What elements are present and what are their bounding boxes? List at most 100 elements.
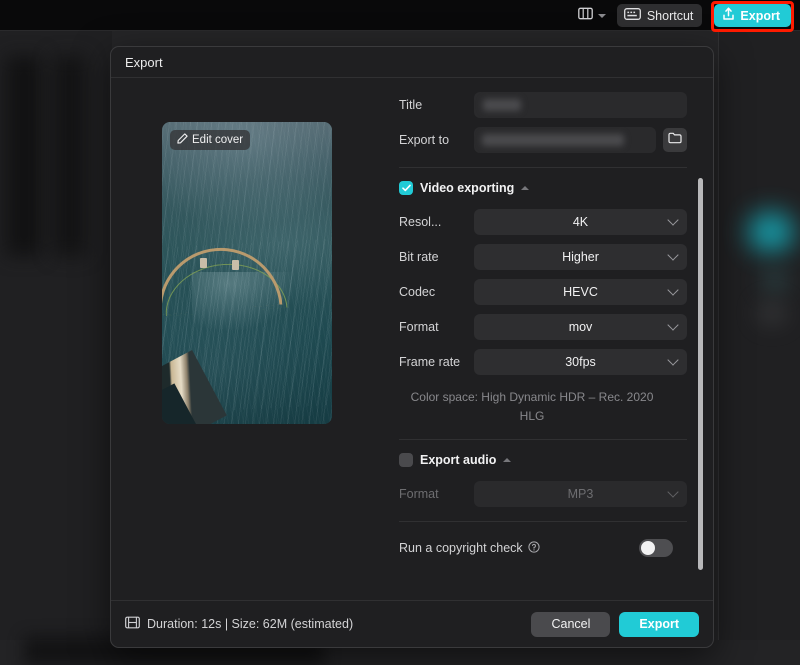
cover-image-rail-post-right <box>232 260 239 270</box>
background-cyan-glow <box>748 212 794 252</box>
cover-column: Edit cover <box>111 92 383 601</box>
framerate-label: Frame rate <box>399 355 461 369</box>
divider-top <box>399 167 687 168</box>
codec-value: HEVC <box>563 285 598 299</box>
edit-cover-button[interactable]: Edit cover <box>170 130 251 150</box>
resolution-label: Resol... <box>399 215 442 229</box>
toolbar-export-label: Export <box>740 8 780 23</box>
question-circle-icon[interactable] <box>528 541 540 556</box>
chevron-down-icon <box>667 354 679 366</box>
chevron-down-icon <box>667 319 679 331</box>
framerate-row: Frame rate 30fps <box>399 349 687 375</box>
bitrate-select[interactable]: Higher <box>474 244 687 270</box>
export-dialog: Export Edit cover Title Export to Video … <box>110 46 714 648</box>
audio-format-label: Format <box>399 487 439 502</box>
framerate-value: 30fps <box>565 355 596 369</box>
layout-selector-button[interactable] <box>576 4 608 28</box>
keyboard-icon <box>623 8 641 23</box>
background-blur-a <box>6 56 42 256</box>
divider-copyright <box>399 521 687 523</box>
export-meta: Duration: 12s | Size: 62M (estimated) <box>125 616 353 632</box>
framerate-select[interactable]: 30fps <box>474 349 687 375</box>
background-glow-secondary <box>760 268 790 294</box>
background-glow-tertiary <box>756 300 788 326</box>
codec-row: Codec HEVC <box>399 279 687 305</box>
background-blur-b <box>52 56 86 256</box>
export-to-label: Export to <box>399 133 450 147</box>
caret-up-icon[interactable] <box>503 458 512 463</box>
video-exporting-checkbox[interactable] <box>399 181 413 195</box>
cover-image-rail-post-left <box>200 258 207 268</box>
edit-cover-label: Edit cover <box>192 134 244 146</box>
export-to-row: Export to <box>399 127 687 153</box>
title-row: Title <box>399 92 687 118</box>
bitrate-value: Higher <box>562 250 599 264</box>
copyright-check-toggle[interactable] <box>639 539 673 558</box>
video-exporting-title: Video exporting <box>420 181 515 195</box>
format-select[interactable]: mov <box>474 314 687 340</box>
checkbox-checked-icon <box>401 184 411 192</box>
dialog-title: Export <box>125 54 163 70</box>
copyright-check-row: Run a copyright check <box>399 535 687 561</box>
folder-icon <box>668 131 682 149</box>
form-scroll-area: Title Export to Video exporting Resol...… <box>399 92 713 601</box>
export-audio-title: Export audio <box>420 453 497 468</box>
export-audio-header: Export audio <box>399 453 687 468</box>
export-to-input[interactable] <box>474 127 656 153</box>
copyright-check-label-group: Run a copyright check <box>399 541 540 556</box>
dialog-header: Export <box>111 47 713 78</box>
title-input[interactable] <box>474 92 687 118</box>
copyright-check-label: Run a copyright check <box>399 541 523 556</box>
chevron-down-icon <box>597 13 606 18</box>
chevron-down-icon <box>667 486 679 498</box>
background-right-panel <box>718 31 800 665</box>
top-toolbar: Shortcut Export <box>576 0 794 32</box>
chevron-down-icon <box>667 214 679 226</box>
export-to-redacted-value <box>482 134 624 146</box>
chevron-down-icon <box>667 284 679 296</box>
bitrate-label: Bit rate <box>399 250 439 264</box>
dialog-footer: Duration: 12s | Size: 62M (estimated) Ca… <box>111 600 713 647</box>
title-label: Title <box>399 98 423 112</box>
shortcut-button[interactable]: Shortcut <box>616 4 703 27</box>
upload-share-icon <box>722 7 735 24</box>
browse-folder-button[interactable] <box>663 128 687 152</box>
codec-label: Codec <box>399 285 436 299</box>
audio-format-row: Format MP3 <box>399 481 687 508</box>
dialog-body: Edit cover Title Export to Video exporti… <box>111 78 713 601</box>
film-strip-icon <box>125 616 140 632</box>
export-to-field-group <box>474 127 687 153</box>
app-root: Shortcut Export Export Edit cover Title … <box>0 0 800 665</box>
export-audio-checkbox[interactable] <box>399 453 413 468</box>
color-space-text: Color space: High Dynamic HDR – Rec. 202… <box>410 390 654 423</box>
audio-format-value: MP3 <box>567 487 594 502</box>
export-meta-text: Duration: 12s | Size: 62M (estimated) <box>147 617 354 631</box>
copyright-check-toggle-knob <box>641 541 655 556</box>
panel-layout-icon <box>577 7 593 25</box>
form-scrollbar-thumb[interactable] <box>698 178 703 570</box>
audio-format-select[interactable]: MP3 <box>474 481 687 508</box>
format-row: Format mov <box>399 314 687 340</box>
shortcut-label: Shortcut <box>646 8 694 23</box>
export-button-highlight-wrapper: Export <box>711 1 794 32</box>
divider-audio <box>399 439 687 441</box>
cancel-button[interactable]: Cancel <box>531 611 611 637</box>
caret-up-icon[interactable] <box>521 186 530 190</box>
format-label: Format <box>399 320 439 334</box>
resolution-row: Resol... 4K <box>399 209 687 235</box>
footer-buttons: Cancel Export <box>531 611 699 637</box>
form-scrollbar[interactable] <box>698 178 703 570</box>
pencil-icon <box>177 133 188 147</box>
title-redacted-value <box>483 99 521 111</box>
resolution-value: 4K <box>572 215 589 229</box>
form-column: Title Export to Video exporting Resol...… <box>383 92 713 601</box>
bitrate-row: Bit rate Higher <box>399 244 687 270</box>
toolbar-export-button[interactable]: Export <box>714 4 791 27</box>
resolution-select[interactable]: 4K <box>474 209 687 235</box>
codec-select[interactable]: HEVC <box>474 279 687 305</box>
chevron-down-icon <box>667 249 679 261</box>
format-value: mov <box>568 320 593 334</box>
cover-thumbnail[interactable]: Edit cover <box>162 122 332 424</box>
video-exporting-header: Video exporting <box>399 181 687 195</box>
dialog-export-button[interactable]: Export <box>619 611 699 637</box>
